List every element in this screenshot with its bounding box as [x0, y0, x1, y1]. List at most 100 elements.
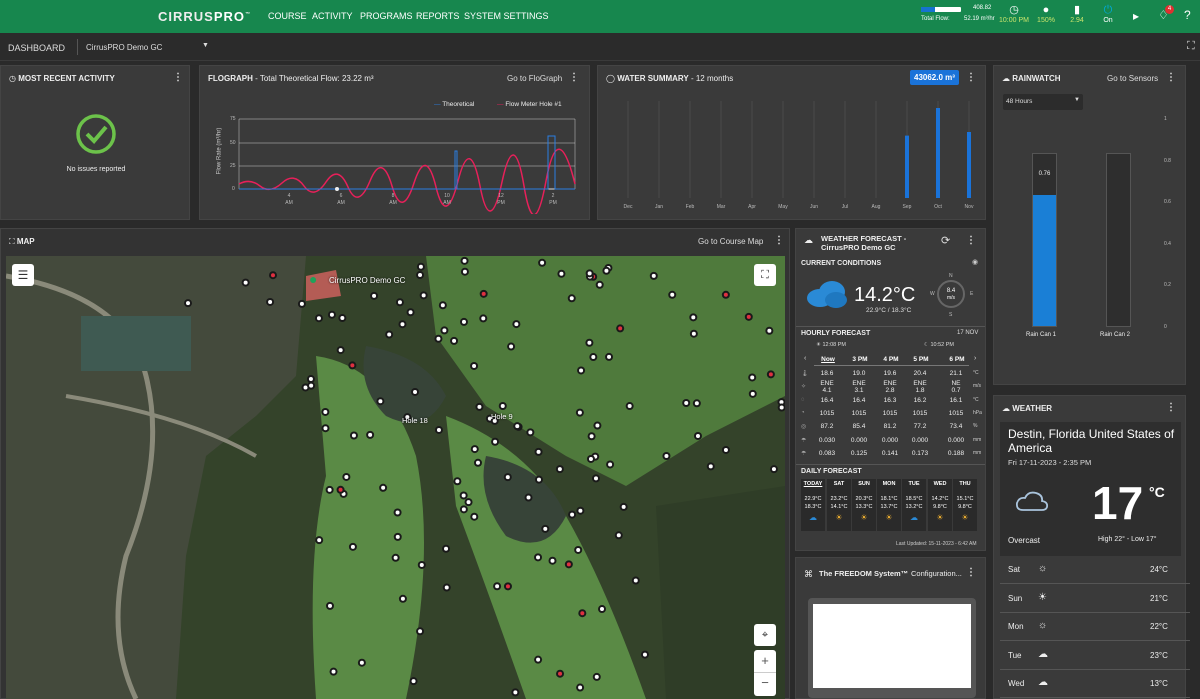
hole-9-label[interactable]: Hole 9	[491, 412, 513, 421]
sprinkler-marker[interactable]	[585, 338, 594, 347]
sprinkler-marker[interactable]	[606, 460, 615, 469]
kebab-menu-icon[interactable]: ⋮	[173, 72, 183, 83]
sprinkler-marker[interactable]	[460, 267, 469, 276]
sprinkler-marker[interactable]	[406, 308, 415, 317]
kebab-menu-icon[interactable]: ⋮	[569, 72, 579, 83]
sprinkler-marker[interactable]	[297, 299, 306, 308]
sprinkler-marker[interactable]	[625, 402, 634, 411]
chevron-down-icon[interactable]: ▼	[202, 42, 209, 49]
sprinkler-marker[interactable]	[556, 669, 565, 678]
sprinkler-marker[interactable]	[507, 342, 516, 351]
sprinkler-marker[interactable]	[605, 352, 614, 361]
sprinkler-marker[interactable]	[366, 430, 375, 439]
hour-heading[interactable]: 5 PM	[909, 356, 933, 363]
course-selector[interactable]: CirrusPRO Demo GC	[86, 43, 162, 52]
refresh-icon[interactable]: ⟳	[941, 234, 950, 247]
configuration-link[interactable]: Configuration...	[911, 569, 962, 578]
hour-heading[interactable]: Now	[816, 356, 840, 363]
nav-programs[interactable]: PROGRAMS	[360, 11, 413, 21]
sprinkler-marker[interactable]	[534, 447, 543, 456]
sprinkler-marker[interactable]	[595, 280, 604, 289]
sprinkler-marker[interactable]	[314, 314, 323, 323]
sprinkler-marker[interactable]	[398, 594, 407, 603]
sprinkler-marker[interactable]	[453, 477, 462, 486]
sprinkler-marker[interactable]	[498, 402, 507, 411]
sprinkler-marker[interactable]	[721, 290, 730, 299]
sprinkler-marker[interactable]	[336, 485, 345, 494]
sprinkler-marker[interactable]	[450, 336, 459, 345]
sprinkler-marker[interactable]	[586, 454, 595, 463]
sprinkler-marker[interactable]	[574, 545, 583, 554]
fullscreen-icon[interactable]: ⛶	[754, 264, 776, 286]
sprinkler-marker[interactable]	[576, 683, 585, 692]
go-to-flograph-link[interactable]: Go to FloGraph	[507, 74, 562, 83]
sprinkler-marker[interactable]	[748, 373, 757, 382]
nav-reports[interactable]: REPORTS	[416, 11, 459, 21]
sprinkler-marker[interactable]	[357, 658, 366, 667]
sprinkler-marker[interactable]	[598, 605, 607, 614]
hour-heading[interactable]: 4 PM	[879, 356, 903, 363]
sprinkler-marker[interactable]	[321, 424, 330, 433]
legend-theoretical[interactable]: — Theoretical	[434, 101, 474, 108]
sprinkler-marker[interactable]	[503, 582, 512, 591]
sprinkler-marker[interactable]	[416, 271, 425, 280]
sprinkler-marker[interactable]	[577, 366, 586, 375]
sprinkler-marker[interactable]	[348, 361, 357, 370]
go-to-sensors-link[interactable]: Go to Sensors	[1107, 74, 1158, 83]
sprinkler-marker[interactable]	[411, 387, 420, 396]
logo[interactable]: CIRRUSPRO™	[158, 9, 251, 24]
sprinkler-marker[interactable]	[464, 498, 473, 507]
sprinkler-marker[interactable]	[376, 397, 385, 406]
sprinkler-marker[interactable]	[336, 346, 345, 355]
sprinkler-marker[interactable]	[589, 353, 598, 362]
sprinkler-marker[interactable]	[419, 291, 428, 300]
sprinkler-marker[interactable]	[475, 402, 484, 411]
sprinkler-marker[interactable]	[321, 407, 330, 416]
zoom-in-button[interactable]: +	[754, 650, 776, 673]
sprinkler-marker[interactable]	[342, 472, 351, 481]
sprinkler-marker[interactable]	[470, 445, 479, 454]
sprinkler-marker[interactable]	[602, 266, 611, 275]
sprinkler-marker[interactable]	[568, 510, 577, 519]
sprinkler-marker[interactable]	[442, 544, 451, 553]
sprinkler-marker[interactable]	[385, 330, 394, 339]
sprinkler-marker[interactable]	[619, 502, 628, 511]
kebab-menu-icon[interactable]: ⋮	[1166, 402, 1176, 413]
menu-icon[interactable]: ☰	[12, 264, 34, 286]
water-bar[interactable]	[936, 108, 940, 198]
kebab-menu-icon[interactable]: ⋮	[774, 235, 784, 246]
hour-heading[interactable]: 3 PM	[848, 356, 872, 363]
sprinkler-marker[interactable]	[315, 536, 324, 545]
total-flow-widget[interactable]: 408.82 Total Flow: 52.19 m³/hr	[918, 4, 996, 28]
kebab-menu-icon[interactable]: ⋮	[1166, 72, 1176, 83]
sprinkler-marker[interactable]	[442, 583, 451, 592]
sprinkler-marker[interactable]	[325, 485, 334, 494]
sprinkler-marker[interactable]	[459, 317, 468, 326]
fullscreen-icon[interactable]: ⛶	[1187, 40, 1195, 53]
sprinkler-marker[interactable]	[534, 553, 543, 562]
course-map[interactable]: ☰ ⛶ ⌖ + − ● CirrusPRO Demo GC Hole 18 Ho…	[6, 256, 785, 699]
sprinkler-marker[interactable]	[434, 425, 443, 434]
sprinkler-marker[interactable]	[460, 256, 469, 265]
sprinkler-marker[interactable]	[307, 381, 316, 390]
sprinkler-marker[interactable]	[591, 474, 600, 483]
sprinkler-marker[interactable]	[470, 512, 479, 521]
sprinkler-marker[interactable]	[370, 291, 379, 300]
locate-icon[interactable]: ⌖	[754, 624, 776, 646]
nav-activity[interactable]: ACTIVITY	[312, 11, 353, 21]
sprinkler-marker[interactable]	[555, 465, 564, 474]
sprinkler-marker[interactable]	[473, 458, 482, 467]
sprinkler-marker[interactable]	[184, 299, 193, 308]
sprinkler-marker[interactable]	[470, 361, 479, 370]
nav-course[interactable]: COURSE	[268, 11, 307, 21]
power-status[interactable]: ⏻ On	[1088, 4, 1128, 24]
sprinkler-marker[interactable]	[434, 334, 443, 343]
eye-icon[interactable]: ◉	[972, 258, 978, 266]
kebab-menu-icon[interactable]: ⋮	[966, 235, 976, 246]
sprinkler-marker[interactable]	[503, 473, 512, 482]
sprinkler-marker[interactable]	[329, 667, 338, 676]
sprinkler-marker[interactable]	[534, 475, 543, 484]
sprinkler-marker[interactable]	[534, 655, 543, 664]
location-pin-icon[interactable]: ●	[309, 271, 317, 287]
sprinkler-marker[interactable]	[649, 271, 658, 280]
